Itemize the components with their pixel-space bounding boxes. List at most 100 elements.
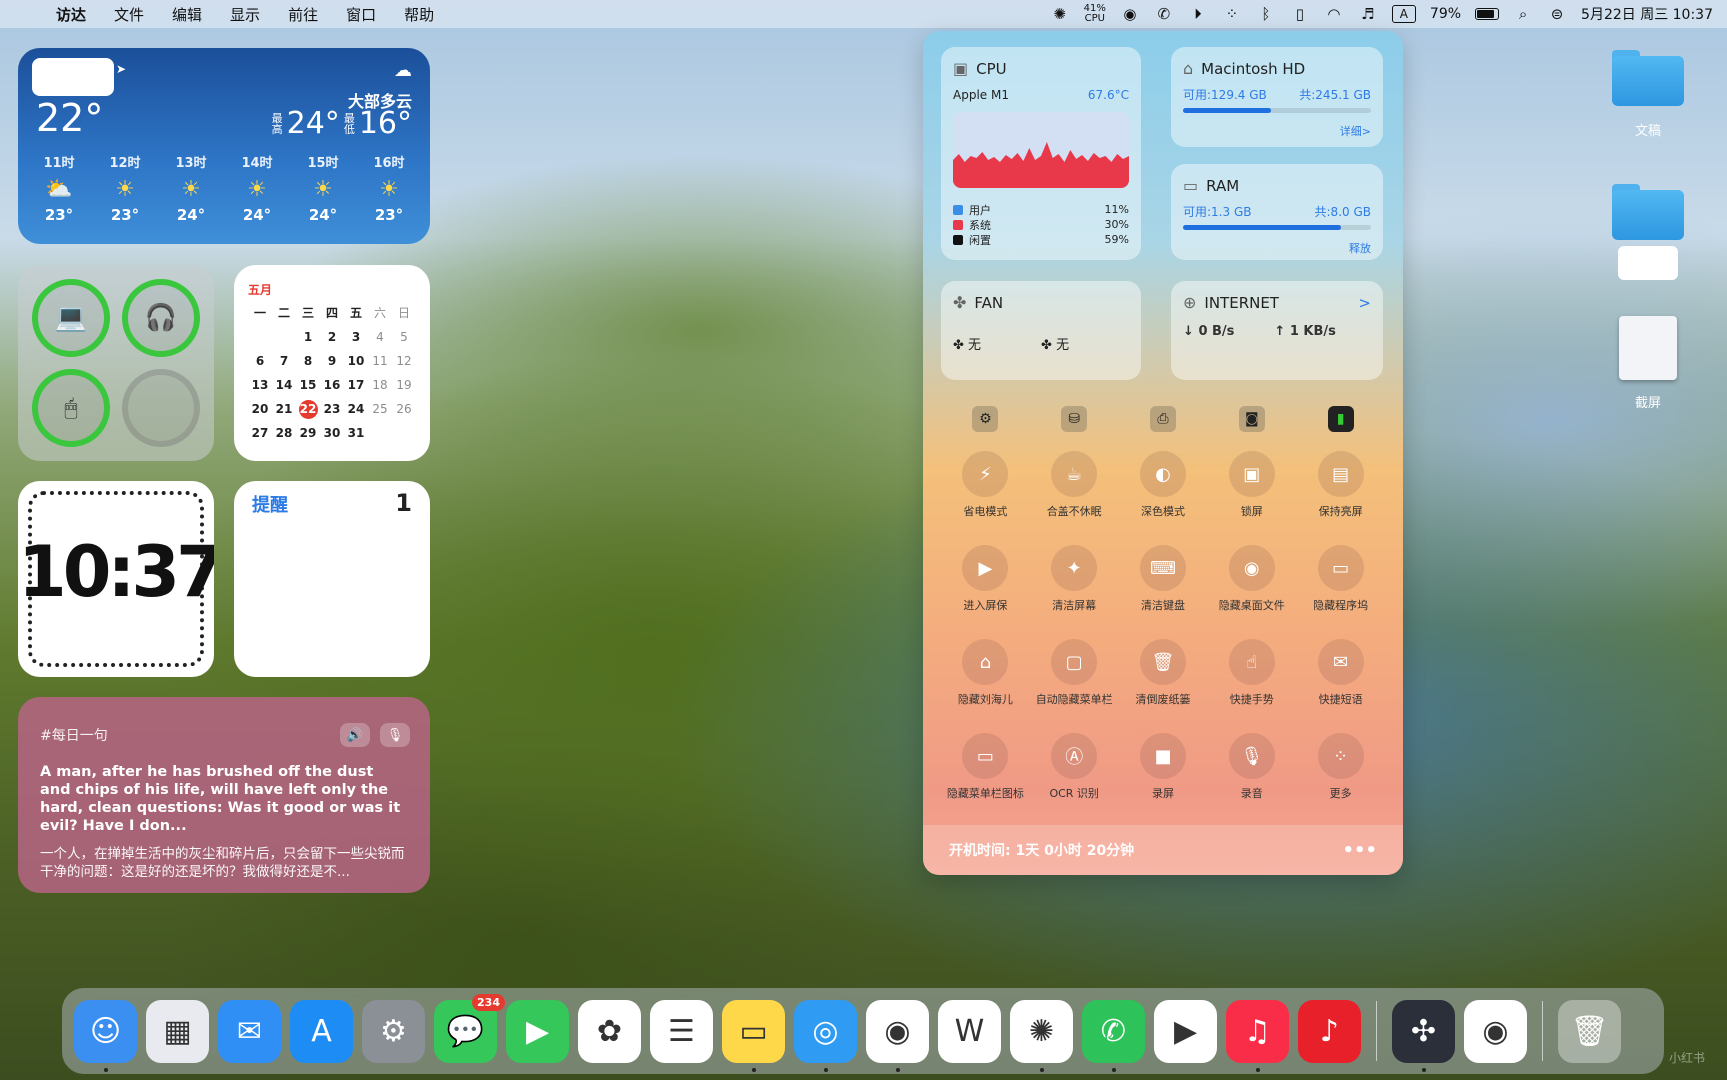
calendar-day[interactable]: 4 — [368, 328, 392, 347]
tool-screensaver[interactable]: ▶ 进入屏保 — [941, 545, 1030, 629]
disk-utility-icon[interactable]: ⛁ — [1061, 406, 1088, 432]
calendar-day[interactable]: 8 — [296, 352, 320, 371]
calendar-day[interactable]: 13 — [248, 376, 272, 395]
ram-release-button[interactable]: 释放 — [1183, 240, 1371, 256]
more-options-icon[interactable]: ••• — [1342, 840, 1377, 861]
tool-ocr[interactable]: Ⓐ OCR 识别 — [1030, 733, 1119, 817]
tool-audio-record[interactable]: 🎙 录音 — [1207, 733, 1296, 817]
menu-file[interactable]: 文件 — [100, 4, 158, 25]
calendar-day[interactable]: 18 — [368, 376, 392, 395]
dock-app-notes-icon[interactable]: ▭ — [722, 999, 785, 1072]
calendar-day[interactable]: 15 — [296, 376, 320, 395]
weather-widget[interactable]: ➤ 22° ☁ 大部多云 最高 24° 最低 16° 11时 ⛅ 23° 12时 ☀ 23°… — [18, 48, 430, 244]
speaker-icon[interactable]: 🔊 — [340, 723, 370, 747]
calendar-day[interactable]: 9 — [320, 352, 344, 371]
tool-hide-menubar-icons[interactable]: ▭ 隐藏菜单栏图标 — [941, 733, 1030, 817]
calendar-day[interactable]: 10 — [344, 352, 368, 371]
sync-icon[interactable]: ◉ — [1120, 5, 1140, 23]
calendar-day[interactable]: 19 — [392, 376, 416, 395]
chatgpt-status-icon[interactable]: ✺ — [1050, 5, 1070, 23]
desktop-folder-unnamed[interactable] — [1603, 184, 1693, 280]
dock-app-trash-icon[interactable]: 🗑 — [1558, 999, 1621, 1063]
calendar-day[interactable]: 27 — [248, 424, 272, 443]
camera-icon[interactable]: ◙ — [1238, 406, 1265, 432]
dock-app-reminders-icon[interactable]: ☰ — [650, 999, 713, 1063]
dock-app-chatgpt-icon[interactable]: ✺ — [1010, 999, 1073, 1072]
calendar-day[interactable]: 17 — [344, 376, 368, 395]
dock-app-facetime-icon[interactable]: ▶ — [506, 999, 569, 1063]
wechat-status-icon[interactable]: ✆ — [1154, 5, 1174, 23]
dock-app-mail-icon[interactable]: ✉ — [218, 999, 281, 1063]
menu-help[interactable]: 帮助 — [390, 4, 448, 25]
calendar-widget[interactable]: 五月 一二三四五六日 1 2 3 4 5 6 7 8 9 10 11 12 13 14 15 16 17 18 19 2… — [234, 265, 430, 461]
fan-card[interactable]: ✤ FAN ✤ 无 ✤ 无 — [941, 281, 1141, 380]
calendar-day[interactable]: 29 — [296, 424, 320, 443]
calendar-day[interactable]: 6 — [248, 352, 272, 371]
clock-widget[interactable]: 10:37 — [18, 481, 214, 677]
tool-more[interactable]: ⁘ 更多 — [1296, 733, 1385, 817]
spotlight-search-icon[interactable]: ⌕ — [1513, 5, 1533, 23]
batteries-widget[interactable]: 💻 🎧 🖱 — [18, 265, 214, 461]
control-center-icon[interactable]: ⊜ — [1547, 5, 1567, 23]
calendar-day[interactable]: 28 — [272, 424, 296, 443]
ram-card[interactable]: ▭ RAM 可用:1.3 GB 共:8.0 GB 释放 — [1171, 164, 1383, 260]
disk-details-link[interactable]: 详细> — [1183, 123, 1371, 139]
menu-clock[interactable]: 5月22日 周三 10:37 — [1581, 4, 1713, 24]
calendar-today[interactable]: 22 — [298, 400, 318, 419]
calendar-day[interactable]: 12 — [392, 352, 416, 371]
calendar-day[interactable]: 14 — [272, 376, 296, 395]
menu-finder[interactable]: 访达 — [42, 4, 100, 25]
calendar-day[interactable]: 2 — [320, 328, 344, 347]
dock-app-youtube-icon[interactable]: ▶ — [1154, 999, 1217, 1063]
tool-auto-hide-menubar[interactable]: ▢ 自动隐藏菜单栏 — [1030, 639, 1119, 723]
calendar-day[interactable]: 7 — [272, 352, 296, 371]
dock-app-messages-icon[interactable]: 💬 234 — [434, 993, 505, 1063]
dock-app-chrome-2-icon[interactable]: ◉ — [1464, 999, 1527, 1063]
dock-app-photos-icon[interactable]: ✿ — [578, 999, 641, 1063]
tool-hide-notch[interactable]: ⌂ 隐藏刘海儿 — [941, 639, 1030, 723]
dock-app-davinci-resolve-icon[interactable]: ✣ — [1392, 999, 1455, 1072]
tool-dark-mode[interactable]: ◐ 深色模式 — [1119, 451, 1208, 535]
printer-icon[interactable]: ⎙ — [1149, 406, 1176, 432]
dock-app-app-store-icon[interactable]: A — [290, 999, 353, 1063]
settings-app-icon[interactable]: ⚙ — [972, 406, 999, 432]
tool-gestures[interactable]: ☝ 快捷手势 — [1207, 639, 1296, 723]
desktop-folder-documents[interactable]: 文稿 — [1603, 50, 1693, 139]
battery-icon[interactable] — [1475, 8, 1500, 20]
tool-hide-dock[interactable]: ▭ 隐藏程序坞 — [1296, 545, 1385, 629]
dock-app-finder-icon[interactable]: ☺ — [74, 999, 137, 1072]
calendar-day[interactable]: 3 — [344, 328, 368, 347]
dots-status-icon[interactable]: ⁘ — [1222, 5, 1242, 23]
dock-app-netease-music-icon[interactable]: ♪ — [1298, 999, 1361, 1063]
tool-keep-awake[interactable]: ▤ 保持亮屏 — [1296, 451, 1385, 535]
calendar-day[interactable]: 16 — [320, 376, 344, 395]
menu-view[interactable]: 显示 — [216, 4, 274, 25]
daily-quote-widget[interactable]: #每日一句 🔊 🎙 A man, after he has brushed of… — [18, 697, 430, 893]
tool-clean-keyboard[interactable]: ⌨ 清洁键盘 — [1119, 545, 1208, 629]
tool-lock-screen[interactable]: ▣ 锁屏 — [1207, 451, 1296, 535]
internet-details-chevron[interactable]: > — [1358, 294, 1371, 312]
dock-app-launchpad-icon[interactable]: ▦ — [146, 999, 209, 1063]
battery-percent[interactable]: 79% — [1430, 6, 1461, 22]
calendar-day[interactable]: 26 — [392, 400, 416, 419]
cpu-status-item[interactable]: 41% CPU — [1084, 4, 1106, 24]
wifi-icon[interactable]: ◠ — [1324, 5, 1344, 23]
internet-card[interactable]: ⊕ INTERNET > ↓ 0 B/s ↑ 1 KB/s — [1171, 281, 1383, 380]
calendar-day[interactable]: 24 — [344, 400, 368, 419]
tool-power-saving[interactable]: ⚡ 省电模式 — [941, 451, 1030, 535]
disk-card[interactable]: ⌂ Macintosh HD 可用:129.4 GB 共:245.1 GB 详细> — [1171, 47, 1383, 147]
tool-lid-no-sleep[interactable]: ☕ 合盖不休眠 — [1030, 451, 1119, 535]
tool-empty-trash[interactable]: 🗑 清倒废纸篓 — [1119, 639, 1208, 723]
tool-hide-desktop-files[interactable]: ◉ 隐藏桌面文件 — [1207, 545, 1296, 629]
tool-quick-phrases[interactable]: ✉ 快捷短语 — [1296, 639, 1385, 723]
dock-app-safari-icon[interactable]: ◎ — [794, 999, 857, 1072]
mic-icon[interactable]: 🎙 — [380, 723, 410, 747]
dock-app-wps-icon[interactable]: W — [938, 999, 1001, 1063]
bluetooth-icon[interactable]: ᛒ — [1256, 5, 1276, 23]
calendar-day[interactable]: 5 — [392, 328, 416, 347]
terminal-icon[interactable]: ▮ — [1327, 406, 1354, 432]
airpods-status-icon[interactable]: ♬ — [1358, 5, 1378, 23]
calendar-day[interactable]: 21 — [272, 400, 296, 419]
desktop-screenshots[interactable]: 截屏 — [1603, 316, 1693, 411]
calendar-day[interactable]: 31 — [344, 424, 368, 443]
